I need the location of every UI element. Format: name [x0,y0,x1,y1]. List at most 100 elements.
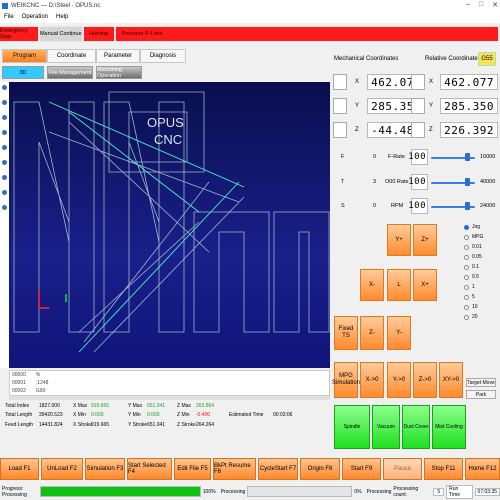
top-view-icon[interactable] [2,130,7,135]
bkpt-resume-button[interactable]: BkPt Resume F6 [213,458,256,480]
wcs-button[interactable]: G55 [478,52,496,66]
feed-rate-max: 10000 [480,154,496,160]
gcode-line: 00002 G90 [12,388,46,394]
simulation-button[interactable]: Simulation F3 [85,458,125,480]
tab-diagnosis[interactable]: Diagnosis [140,49,186,63]
o00-rate-percent: 100 [408,174,428,190]
gcode-listing[interactable]: 00000% 00001 ;1248 00002 G90 [9,370,330,396]
o00-rate-label: O00 Rate [385,179,409,185]
radio-icon [464,304,469,310]
rel-x-zero-button[interactable] [411,74,425,90]
rel-x-value: 462.077 [440,74,498,90]
minimize-icon[interactable]: – [466,1,470,9]
tab-3d[interactable]: 3D [2,66,44,79]
rel-y-label: Y [429,103,434,109]
rotate-icon[interactable] [2,85,7,90]
front-view-icon[interactable] [2,145,7,150]
mech-x-label: X [355,79,360,85]
load-button[interactable]: Load F1 [0,458,39,480]
side-view-icon[interactable] [2,160,7,165]
rel-y-zero-button[interactable] [411,98,425,114]
menu-help[interactable]: Help [56,14,68,20]
rpm-slider-thumb[interactable] [465,202,470,210]
start-selected-button[interactable]: Start Selected F4 [127,458,172,480]
toolpath-view[interactable]: OPUS CNC [9,82,330,368]
mist-cooling-button[interactable]: Mist Cooling [432,405,466,449]
mode-step-10[interactable]: 10 [464,302,499,312]
gcode-scrollbar[interactable] [9,396,330,400]
clear-icon[interactable] [2,205,7,210]
rpm-max: 24000 [480,203,496,209]
rel-y-value: 285.350 [440,98,498,114]
tab-machining-operation[interactable]: Machining Operation [96,66,142,79]
o00-rate-slider-thumb[interactable] [465,178,470,186]
tab-parameter[interactable]: Parameter [96,49,140,63]
vacuum-button[interactable]: Vacuum [372,405,400,449]
jog-z-plus-button[interactable]: Z+ [413,224,437,256]
rel-z-zero-button[interactable] [411,122,425,138]
spindle-value: 0 [373,203,377,209]
unload-button[interactable]: UnLoad F2 [41,458,83,480]
spindle-button[interactable]: Spindle [334,405,370,449]
park-button[interactable]: Park [466,390,496,399]
fixed-ts-button[interactable]: Fixed TS [334,316,358,350]
tool-code: T [341,179,345,185]
mode-step-1[interactable]: 1 [464,282,499,292]
jog-x-minus-button[interactable]: X- [360,269,384,301]
mech-z-zero-button[interactable] [333,122,347,138]
mode-step-0-01[interactable]: 0.01 [464,242,499,252]
mech-y-zero-button[interactable] [333,98,347,114]
cycle-start-button[interactable]: CycleStart F7 [258,458,298,480]
z-to-zero-button[interactable]: Z->0 [413,362,437,398]
maximize-icon[interactable]: □ [479,1,483,9]
jog-y-plus-button[interactable]: Y+ [387,224,411,256]
tab-coordinate[interactable]: Coordinate [47,49,96,63]
mech-coord-label: Mechanical Coordinates [334,56,399,62]
progress-processing: Processing [220,488,246,495]
window-title: WEIKCNC — D:\Steel · OPUS.nc [11,2,101,9]
pause-button[interactable]: Pause [383,458,422,480]
pan-icon[interactable] [2,100,7,105]
edit-file-button[interactable]: Edit File F5 [174,458,211,480]
start-button[interactable]: Start F9 [342,458,381,480]
tab-program[interactable]: Program [2,49,47,63]
mode-step-0-05[interactable]: 0.05 [464,252,499,262]
jog-y-minus-button[interactable]: Y- [387,316,411,350]
progress-percent: 100% [202,488,216,495]
zoom-icon[interactable] [2,115,7,120]
close-icon[interactable]: ✕ [492,1,498,9]
mpg-simulation-button[interactable]: MPG Simulation [332,362,360,398]
feed-rate-slider-thumb[interactable] [465,153,470,161]
window-titlebar: WEIKCNC — D:\Steel · OPUS.nc – □ ✕ [0,0,500,11]
stop-button[interactable]: Stop F11 [424,458,463,480]
main-tabs: Program Coordinate Parameter Diagnosis [2,49,186,63]
target-move-button[interactable]: Target Move [466,378,496,387]
mode-step-0-5[interactable]: 0.5 [464,272,499,282]
mode-jog[interactable]: Jog [464,222,499,232]
dust-cover-button[interactable]: Dust Cover [402,405,430,449]
menu-file[interactable]: File [4,14,14,20]
y-to-zero-button[interactable]: Y->0 [387,362,411,398]
run-time-label: Run Time [446,484,473,499]
tab-file-management[interactable]: File Management [47,66,93,79]
program-info: Total Index 1827.000 X Max 919.665 Y Max… [5,402,293,428]
jog-z-minus-button[interactable]: Z- [360,316,384,350]
mode-step-5[interactable]: 5 [464,292,499,302]
jog-x-plus-button[interactable]: X+ [413,269,437,301]
home-button[interactable]: Home F12 [465,458,500,480]
radio-icon [464,244,469,250]
xy-to-zero-button[interactable]: XY->0 [439,362,463,398]
origin-button[interactable]: Origin F8 [300,458,340,480]
jog-l-button[interactable]: L [387,269,411,301]
fit-view-icon[interactable] [2,190,7,195]
mode-step-20[interactable]: 20 [464,312,499,322]
menu-operation[interactable]: Operation [22,14,48,20]
x-to-zero-button[interactable]: X->0 [360,362,384,398]
mech-x-zero-button[interactable] [333,74,347,90]
mode-mpg[interactable]: MPG [464,232,499,242]
iso-view-icon[interactable] [2,175,7,180]
feed-code: F [341,154,345,160]
rel-x-label: X [429,79,434,85]
mode-step-0-1[interactable]: 0.1 [464,262,499,272]
status-emergency: Emergency Stop [0,27,38,41]
